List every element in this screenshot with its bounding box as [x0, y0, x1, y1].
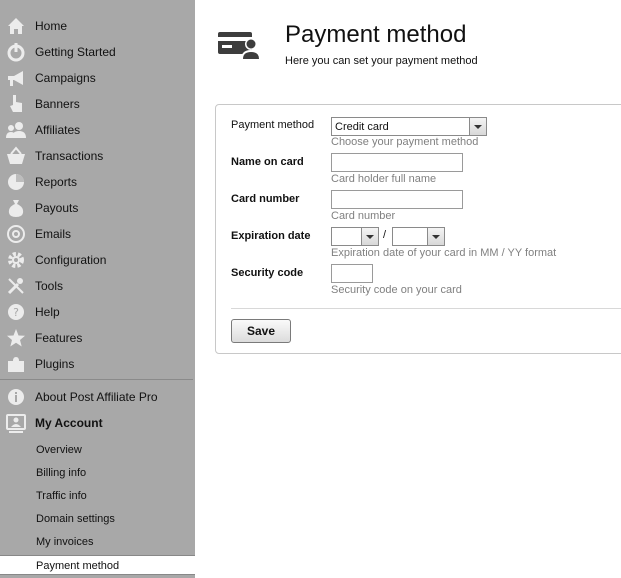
- sidebar-item-label: Getting Started: [35, 45, 116, 59]
- sidebar-item-payouts[interactable]: Payouts: [0, 195, 195, 221]
- expiration-date-help: Expiration date of your card in MM / YY …: [331, 247, 557, 259]
- name-on-card-input[interactable]: [331, 153, 463, 172]
- sidebar-item-configuration[interactable]: Configuration: [0, 247, 195, 273]
- account-icon: [4, 412, 28, 434]
- sidebar-item-about[interactable]: About Post Affiliate Pro: [0, 384, 195, 410]
- sidebar-item-label: Affiliates: [35, 123, 81, 137]
- gear-icon: [4, 249, 28, 271]
- sidebar-item-tools[interactable]: Tools: [0, 273, 195, 299]
- sidebar-item-features[interactable]: Features: [0, 325, 195, 351]
- pointer-hand-icon: [4, 93, 28, 115]
- sidebar-item-getting-started[interactable]: Getting Started: [0, 39, 195, 65]
- sidebar-item-label: Home: [35, 19, 68, 33]
- star-icon: [4, 327, 28, 349]
- expiration-separator: /: [383, 229, 387, 241]
- sidebar-subitem-label: My invoices: [36, 536, 94, 548]
- sidebar-item-transactions[interactable]: Transactions: [0, 143, 195, 169]
- sidebar-item-my-account[interactable]: My Account: [0, 410, 195, 436]
- sidebar-item-campaigns[interactable]: Campaigns: [0, 65, 195, 91]
- sidebar-item-reports[interactable]: Reports: [0, 169, 195, 195]
- pie-chart-icon: [4, 171, 28, 193]
- sidebar-item-label: About Post Affiliate Pro: [35, 390, 158, 404]
- name-on-card-label: Name on card: [231, 156, 304, 168]
- sidebar-item-label: Tools: [35, 279, 64, 293]
- sidebar-item-label: My Account: [35, 416, 103, 430]
- power-icon: [4, 41, 28, 63]
- sidebar-subitem-overview[interactable]: Overview: [0, 440, 195, 460]
- sidebar-item-label: Configuration: [35, 253, 107, 267]
- at-sign-icon: [4, 223, 28, 245]
- sidebar-divider: [0, 379, 193, 380]
- info-icon: [4, 386, 28, 408]
- money-bag-icon: [4, 197, 28, 219]
- sidebar: Home Getting Started Campaigns Banners A…: [0, 0, 195, 578]
- sidebar-item-emails[interactable]: Emails: [0, 221, 195, 247]
- sidebar-subitem-billing-info[interactable]: Billing info: [0, 463, 195, 483]
- sidebar-subitem-traffic-info[interactable]: Traffic info: [0, 486, 195, 506]
- sidebar-item-label: Campaigns: [35, 71, 96, 85]
- sidebar-subitem-domain-settings[interactable]: Domain settings: [0, 509, 195, 529]
- payment-method-select[interactable]: Credit card: [331, 117, 487, 136]
- sidebar-item-label: Plugins: [35, 357, 75, 371]
- security-code-input[interactable]: [331, 264, 373, 283]
- sidebar-item-home[interactable]: Home: [0, 13, 195, 39]
- chevron-down-icon[interactable]: [361, 228, 378, 245]
- expiration-date-label: Expiration date: [231, 230, 311, 242]
- sidebar-item-label: Emails: [35, 227, 72, 241]
- card-number-label: Card number: [231, 193, 300, 205]
- sidebar-item-label: Reports: [35, 175, 78, 189]
- wrench-icon: [4, 275, 28, 297]
- sidebar-item-label: Features: [35, 331, 83, 345]
- sidebar-subitem-my-invoices[interactable]: My invoices: [0, 532, 195, 552]
- form-divider: [231, 308, 621, 309]
- sidebar-subitem-payment-method[interactable]: Payment method: [0, 555, 195, 575]
- basket-icon: [4, 145, 28, 167]
- sidebar-item-label: Payouts: [35, 201, 79, 215]
- sidebar-item-plugins[interactable]: Plugins: [0, 351, 195, 377]
- sidebar-item-affiliates[interactable]: Affiliates: [0, 117, 195, 143]
- sidebar-item-label: Transactions: [35, 149, 104, 163]
- page-subtitle: Here you can set your payment method: [285, 55, 478, 67]
- payment-method-icon: [218, 30, 262, 62]
- card-number-help: Card number: [331, 210, 396, 222]
- sidebar-item-help[interactable]: ? Help: [0, 299, 195, 325]
- payment-method-label: Payment method: [231, 119, 315, 131]
- page-title: Payment method: [285, 21, 467, 48]
- name-on-card-help: Card holder full name: [331, 173, 437, 185]
- chevron-down-icon[interactable]: [469, 118, 486, 135]
- payment-method-value: Credit card: [335, 121, 389, 133]
- payment-method-help: Choose your payment method: [331, 136, 479, 148]
- sidebar-item-label: Banners: [35, 97, 80, 111]
- sidebar-subitem-label: Payment method: [36, 560, 120, 572]
- sidebar-item-banners[interactable]: Banners: [0, 91, 195, 117]
- chevron-down-icon[interactable]: [427, 228, 444, 245]
- megaphone-icon: [4, 67, 28, 89]
- help-icon: ?: [4, 301, 28, 323]
- security-code-label: Security code: [231, 267, 304, 279]
- save-button[interactable]: Save: [231, 319, 291, 343]
- card-number-input[interactable]: [331, 190, 463, 209]
- sidebar-subitem-label: Overview: [36, 444, 82, 456]
- home-icon: [4, 15, 28, 37]
- sidebar-item-label: Help: [35, 305, 60, 319]
- puzzle-icon: [4, 353, 28, 375]
- sidebar-subitem-label: Domain settings: [36, 513, 115, 525]
- expiration-month-select[interactable]: [331, 227, 379, 246]
- users-icon: [4, 119, 28, 141]
- expiration-year-select[interactable]: [392, 227, 445, 246]
- sidebar-subitem-label: Billing info: [36, 467, 87, 479]
- svg-text:?: ?: [13, 306, 19, 319]
- sidebar-subitem-label: Traffic info: [36, 490, 87, 502]
- security-code-help: Security code on your card: [331, 284, 462, 296]
